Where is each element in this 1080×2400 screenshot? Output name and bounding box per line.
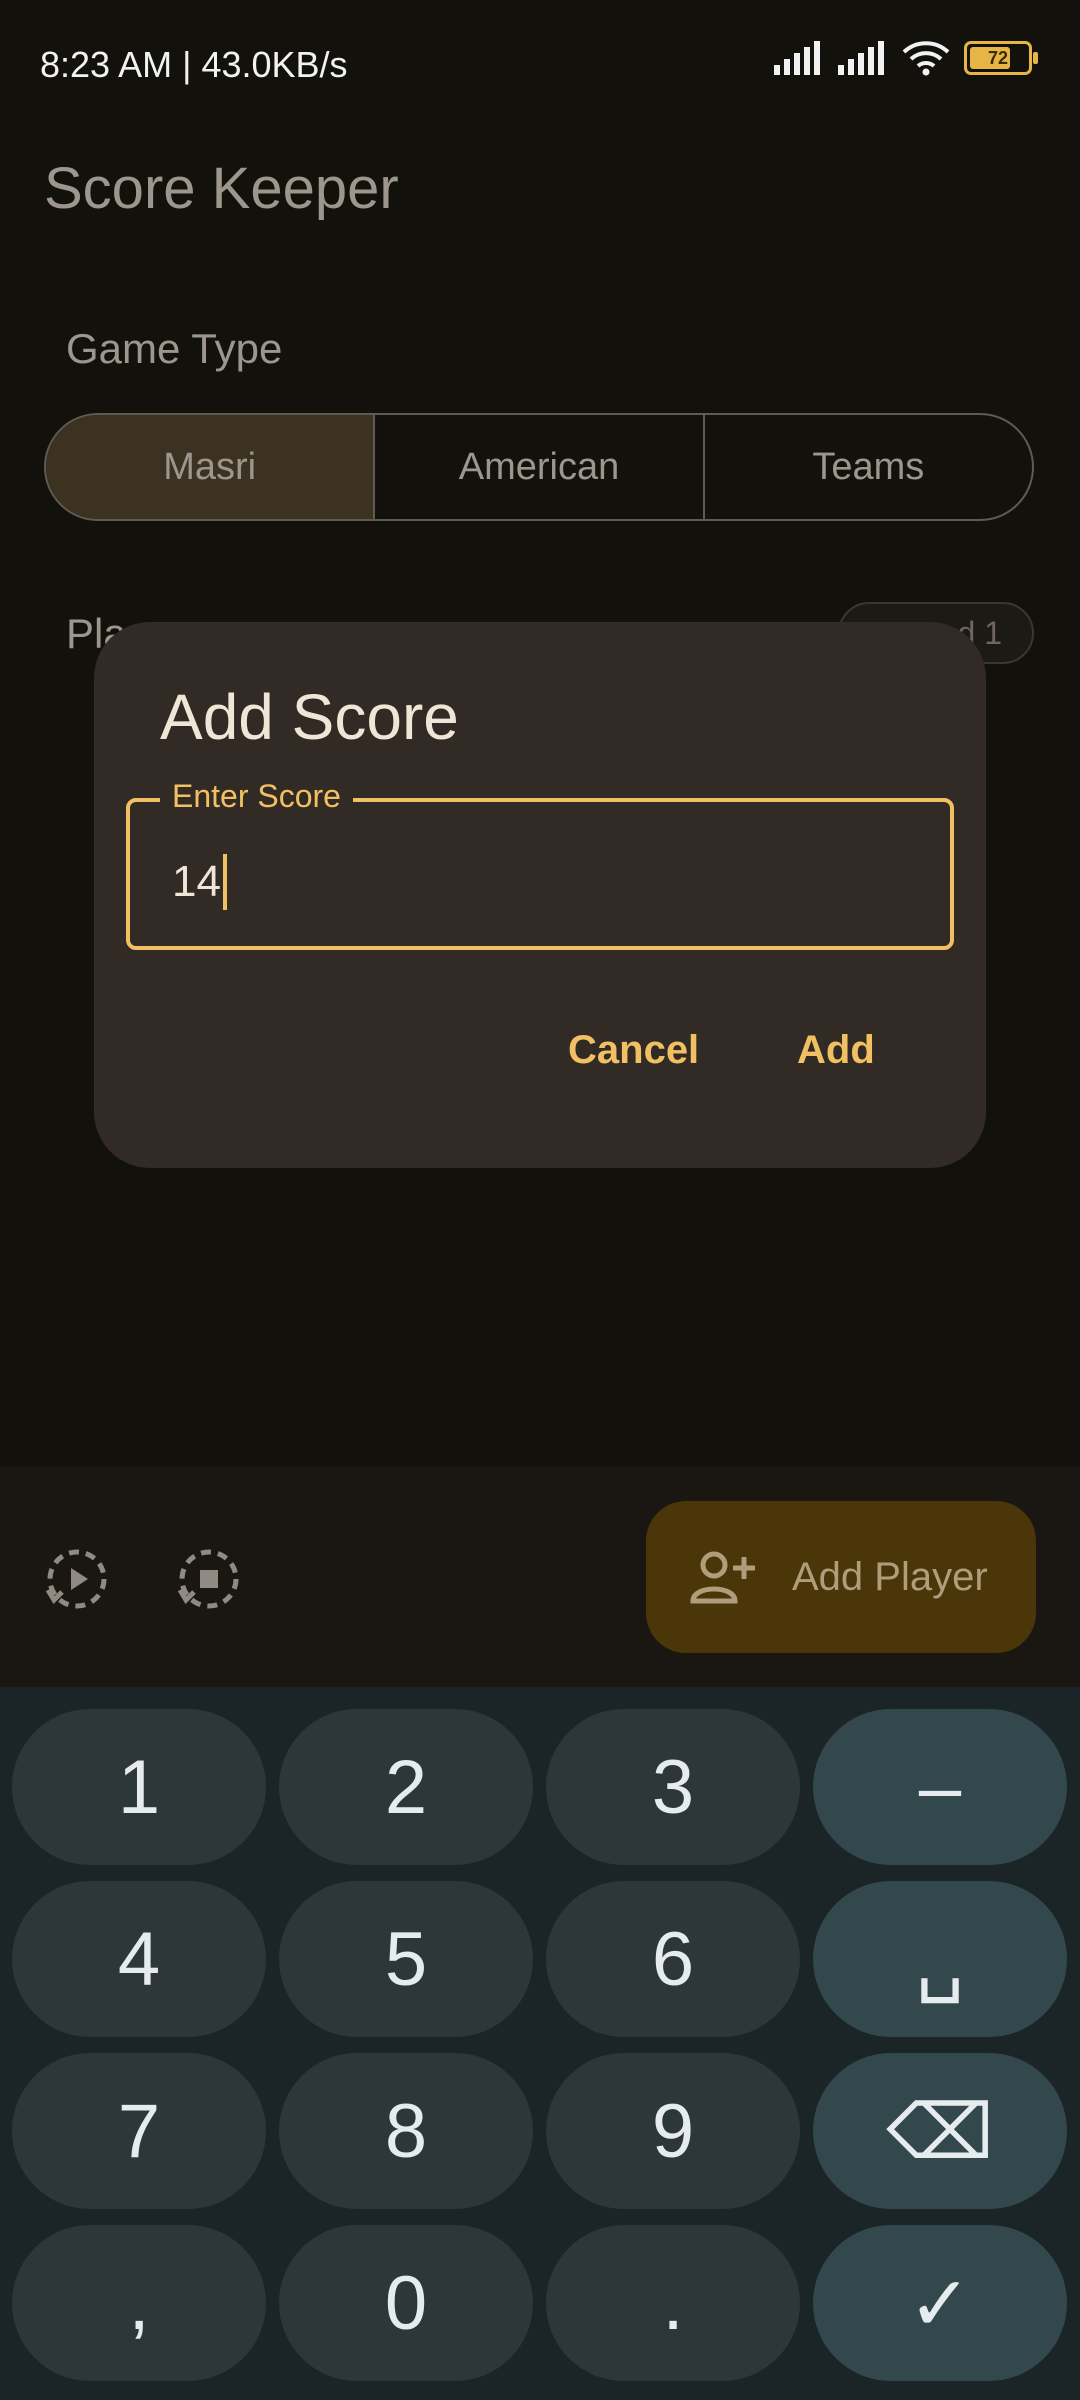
- add-button[interactable]: Add: [797, 1028, 875, 1073]
- wifi-icon: [902, 41, 950, 76]
- add-score-dialog: Add Score Enter Score 14 Cancel Add: [94, 622, 986, 1168]
- backspace-key[interactable]: ⌫: [813, 2053, 1067, 2209]
- status-bar: 8:23 AM | 43.0KB/s 72: [0, 0, 1080, 130]
- key-2[interactable]: 2: [279, 1709, 533, 1865]
- battery-level: 72: [987, 47, 1009, 68]
- person-add-icon: [690, 1551, 755, 1604]
- key-minus[interactable]: –: [813, 1709, 1067, 1865]
- game-type-teams[interactable]: Teams: [705, 415, 1032, 519]
- battery-icon: 72: [964, 41, 1038, 75]
- game-type-selector: Masri American Teams: [44, 413, 1034, 521]
- add-player-label: Add Player: [792, 1554, 988, 1599]
- key-7[interactable]: 7: [12, 2053, 266, 2209]
- stop-round-icon[interactable]: [174, 1544, 244, 1614]
- cellular-signal-icon: [838, 41, 884, 75]
- score-input-value: 14: [172, 857, 221, 906]
- key-space[interactable]: ␣: [813, 1881, 1067, 2037]
- score-input[interactable]: Enter Score 14: [126, 778, 954, 950]
- key-1[interactable]: 1: [12, 1709, 266, 1865]
- key-3[interactable]: 3: [546, 1709, 800, 1865]
- key-comma[interactable]: ,: [12, 2225, 266, 2381]
- key-0[interactable]: 0: [279, 2225, 533, 2381]
- status-time: 8:23 AM | 43.0KB/s: [40, 44, 348, 85]
- key-4[interactable]: 4: [12, 1881, 266, 2037]
- dialog-title: Add Score: [160, 681, 459, 753]
- status-icons: 72: [774, 40, 1038, 76]
- key-9[interactable]: 9: [546, 2053, 800, 2209]
- cellular-signal-icon: [774, 41, 820, 75]
- text-cursor: [222, 854, 227, 910]
- cancel-button[interactable]: Cancel: [568, 1028, 699, 1073]
- app-title: Score Keeper: [44, 156, 399, 221]
- game-type-masri[interactable]: Masri: [46, 415, 376, 519]
- numeric-keyboard: 1 2 3 – 4 5 6 ␣ 7 8 9 ⌫ , 0 . ✓: [0, 1687, 1080, 2400]
- score-input-value-wrap: 14: [172, 854, 227, 910]
- score-input-label: Enter Score: [160, 778, 353, 815]
- bottom-action-bar: Add Player: [0, 1467, 1080, 1687]
- key-8[interactable]: 8: [279, 2053, 533, 2209]
- add-player-button[interactable]: Add Player: [646, 1501, 1036, 1653]
- key-5[interactable]: 5: [279, 1881, 533, 2037]
- done-key[interactable]: ✓: [813, 2225, 1067, 2381]
- game-type-american[interactable]: American: [375, 415, 705, 519]
- key-period[interactable]: .: [546, 2225, 800, 2381]
- key-6[interactable]: 6: [546, 1881, 800, 2037]
- game-type-label: Game Type: [66, 325, 283, 372]
- replay-round-icon[interactable]: [42, 1544, 112, 1614]
